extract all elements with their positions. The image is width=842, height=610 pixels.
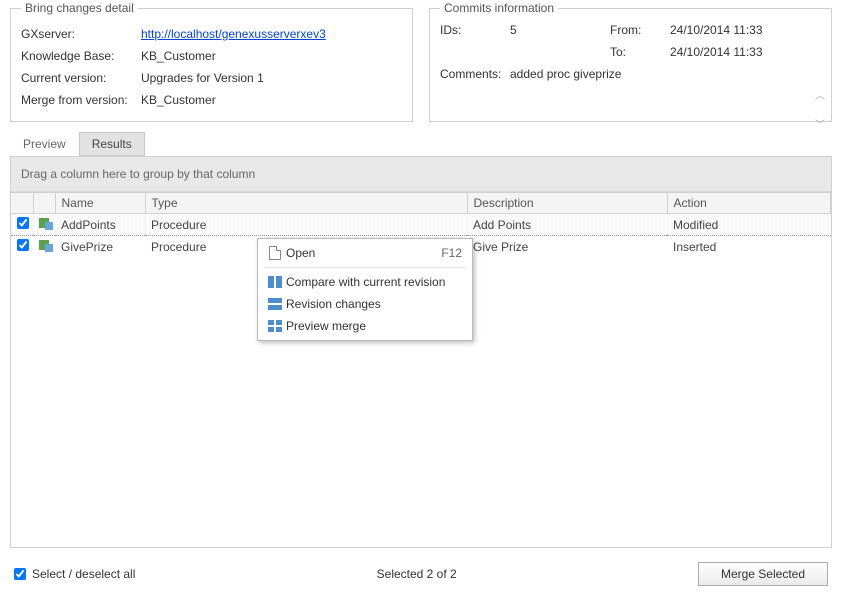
menu-compare[interactable]: Compare with current revision bbox=[260, 271, 470, 293]
commits-info-panel: Commits information IDs: 5 From: 24/10/2… bbox=[429, 8, 832, 122]
select-all-label: Select / deselect all bbox=[32, 567, 135, 581]
bring-changes-panel: Bring changes detail GXserver: http://lo… bbox=[10, 8, 413, 122]
col-description[interactable]: Description bbox=[467, 193, 667, 214]
compare-icon bbox=[264, 276, 286, 288]
menu-preview-merge[interactable]: Preview merge bbox=[260, 315, 470, 337]
version-value: Upgrades for Version 1 bbox=[141, 71, 264, 85]
ids-value: 5 bbox=[510, 23, 610, 37]
merge-from-value: KB_Customer bbox=[141, 93, 216, 107]
document-icon bbox=[264, 246, 286, 260]
cell-description: Add Points bbox=[467, 214, 667, 236]
select-all-checkbox[interactable] bbox=[14, 568, 26, 580]
scroll-down-icon[interactable]: ﹀ bbox=[815, 116, 825, 131]
menu-open-label: Open bbox=[286, 246, 441, 260]
menu-open-shortcut: F12 bbox=[441, 246, 462, 260]
commits-info-legend: Commits information bbox=[440, 1, 558, 15]
cell-action: Inserted bbox=[667, 236, 831, 258]
col-icon[interactable] bbox=[33, 193, 55, 214]
group-by-bar[interactable]: Drag a column here to group by that colu… bbox=[11, 157, 831, 192]
cell-name: GivePrize bbox=[55, 236, 145, 258]
cell-action: Modified bbox=[667, 214, 831, 236]
cell-type: Procedure bbox=[145, 214, 467, 236]
col-checkbox[interactable] bbox=[11, 193, 33, 214]
merge-icon bbox=[264, 320, 286, 332]
from-label: From: bbox=[610, 23, 670, 37]
procedure-icon bbox=[39, 216, 53, 230]
col-action[interactable]: Action bbox=[667, 193, 831, 214]
menu-revision[interactable]: Revision changes bbox=[260, 293, 470, 315]
scroll-up-icon[interactable]: ︿ bbox=[815, 87, 825, 102]
to-label: To: bbox=[610, 45, 670, 59]
revision-icon bbox=[264, 298, 286, 310]
footer-bar: Select / deselect all Selected 2 of 2 Me… bbox=[0, 558, 842, 596]
procedure-icon bbox=[39, 238, 53, 252]
col-name[interactable]: Name bbox=[55, 193, 145, 214]
ids-label: IDs: bbox=[440, 23, 510, 37]
from-value: 24/10/2014 11:33 bbox=[670, 23, 821, 37]
kb-value: KB_Customer bbox=[141, 49, 216, 63]
gxserver-link[interactable]: http://localhost/genexusserverxev3 bbox=[141, 27, 326, 41]
menu-separator bbox=[264, 267, 466, 268]
gxserver-label: GXserver: bbox=[21, 27, 141, 41]
menu-preview-merge-label: Preview merge bbox=[286, 319, 462, 333]
menu-open[interactable]: Open F12 bbox=[260, 242, 470, 264]
to-value: 24/10/2014 11:33 bbox=[670, 45, 821, 59]
tab-bar: Preview Results bbox=[0, 126, 842, 156]
comments-label: Comments: bbox=[440, 67, 510, 81]
selection-status: Selected 2 of 2 bbox=[135, 567, 698, 581]
merge-from-label: Merge from version: bbox=[21, 93, 141, 107]
row-checkbox[interactable] bbox=[17, 217, 29, 229]
tab-results[interactable]: Results bbox=[79, 132, 145, 156]
table-row[interactable]: AddPoints Procedure Add Points Modified bbox=[11, 214, 831, 236]
menu-compare-label: Compare with current revision bbox=[286, 275, 462, 289]
row-checkbox[interactable] bbox=[17, 239, 29, 251]
comments-value: added proc giveprize bbox=[510, 67, 821, 81]
merge-selected-button[interactable]: Merge Selected bbox=[698, 562, 828, 586]
tab-preview[interactable]: Preview bbox=[10, 132, 79, 156]
cell-name: AddPoints bbox=[55, 214, 145, 236]
menu-revision-label: Revision changes bbox=[286, 297, 462, 311]
context-menu: Open F12 Compare with current revision R… bbox=[257, 238, 473, 341]
cell-description: Give Prize bbox=[467, 236, 667, 258]
bring-changes-legend: Bring changes detail bbox=[21, 1, 138, 15]
version-label: Current version: bbox=[21, 71, 141, 85]
kb-label: Knowledge Base: bbox=[21, 49, 141, 63]
col-type[interactable]: Type bbox=[145, 193, 467, 214]
results-panel: Drag a column here to group by that colu… bbox=[10, 156, 832, 548]
